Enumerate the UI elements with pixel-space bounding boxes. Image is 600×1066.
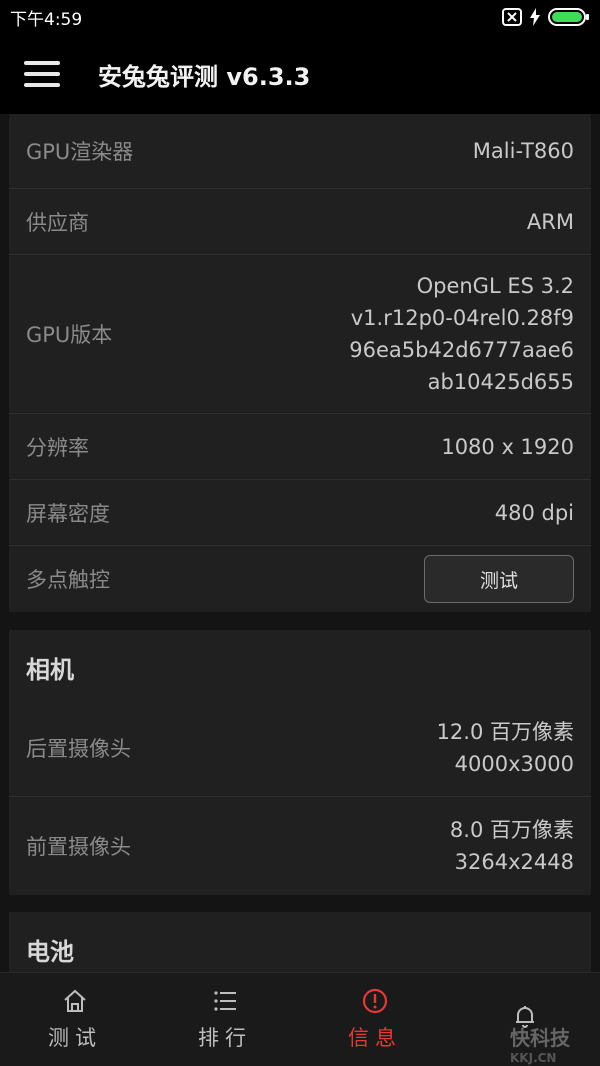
nav-label: 排行 [198,1025,252,1050]
info-alert-icon [362,988,388,1013]
app-bar: 安兔兔评测 v6.3.3 [0,34,600,114]
watermark-text: 快科技 [510,1026,570,1050]
info-row-resolution: 分辨率 1080 x 1920 [9,414,591,480]
row-value: 1080 x 1920 [441,434,574,459]
row-label: 屏幕密度 [26,501,110,526]
info-row-screen-density: 屏幕密度 480 dpi [9,480,591,546]
row-value-multiline: OpenGL ES 3.2 v1.r12p0-04rel0.28f9 96ea5… [349,270,574,398]
info-row-gpu-renderer: GPU渲染器 Mali-T860 [9,114,591,189]
row-value: ARM [526,209,574,234]
home-icon [64,989,86,1012]
content-scroll[interactable]: GPU渲染器 Mali-T860 供应商 ARM GPU版本 OpenGL ES… [0,114,600,972]
watermark-subtext: KKJ.CN [510,1051,557,1065]
row-label: 前置摄像头 [26,835,131,859]
nav-tab-info[interactable]: 信息 [300,973,450,1066]
battery-icon [548,8,589,26]
hamburger-menu-icon[interactable] [24,61,60,87]
row-value: 480 dpi [494,500,574,525]
value-line: 12.0 百万像素 [436,719,574,744]
value-line: 8.0 百万像素 [449,818,574,842]
section-title-battery: 电池 [26,938,74,966]
value-line: OpenGL ES 3.2 [416,274,574,298]
nav-tab-test[interactable]: 测试 [0,973,150,1066]
info-row-multitouch: 多点触控 测试 [9,546,591,612]
info-row-vendor: 供应商 ARM [9,189,591,255]
info-row-rear-camera: 后置摄像头 12.0 百万像素 4000x3000 [9,699,591,797]
app-title: 安兔兔评测 v6.3.3 [98,62,311,91]
section-title-camera: 相机 [26,656,74,684]
display-info-card: GPU渲染器 Mali-T860 供应商 ARM GPU版本 OpenGL ES… [9,114,591,612]
info-row-front-camera: 前置摄像头 8.0 百万像素 3264x2448 [9,797,591,895]
watermark-logo: 快科技 KKJ.CN [510,1022,570,1065]
battery-card: 电池 [9,912,591,972]
row-value: Mali-T860 [472,139,574,163]
nav-label: 测试 [48,1025,102,1050]
nav-tab-ranking[interactable]: 排行 [150,973,300,1066]
value-line: 3264x2448 [454,850,574,874]
sim-x-icon [502,8,522,26]
status-icons [502,7,590,27]
row-label: 多点触控 [26,568,110,592]
list-icon [214,990,236,1011]
row-value-multiline: 12.0 百万像素 4000x3000 [437,716,574,780]
row-label: 供应商 [26,210,89,235]
charging-bolt-icon [530,8,540,26]
row-label: 分辨率 [26,435,89,460]
row-label: GPU渲染器 [26,140,134,164]
info-row-gpu-version: GPU版本 OpenGL ES 3.2 v1.r12p0-04rel0.28f9… [9,255,591,414]
row-label: GPU版本 [26,323,113,347]
value-line: 96ea5b42d6777aae6 [349,338,574,362]
value-line: v1.r12p0-04rel0.28f9 [350,306,574,330]
row-label: 后置摄像头 [26,736,131,761]
camera-card: 相机 后置摄像头 12.0 百万像素 4000x3000 前置摄像头 8.0 百… [9,630,591,895]
row-value-multiline: 8.0 百万像素 3264x2448 [450,814,574,878]
status-time: 下午4:59 [10,9,83,30]
value-line: ab10425d655 [427,370,574,394]
multitouch-test-button[interactable]: 测试 [424,555,574,603]
nav-label: 信息 [348,1025,402,1050]
status-bar: 下午4:59 [0,0,600,34]
value-line: 4000x3000 [454,751,574,776]
